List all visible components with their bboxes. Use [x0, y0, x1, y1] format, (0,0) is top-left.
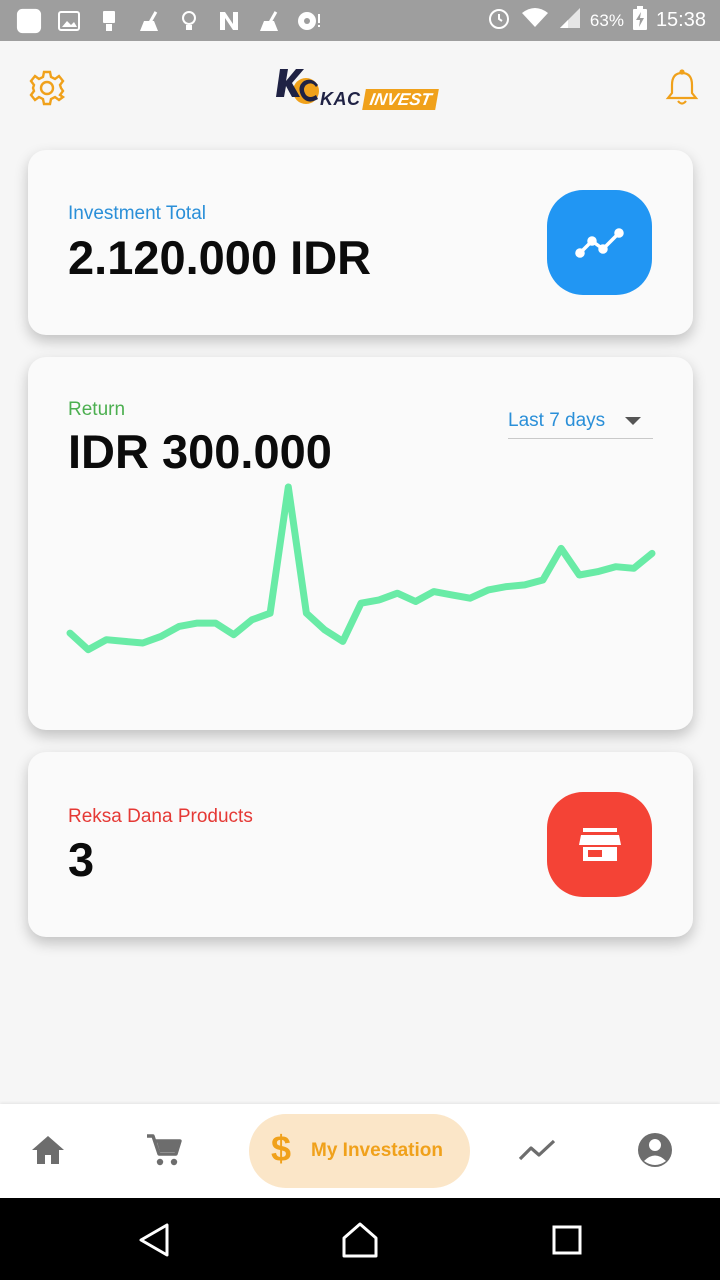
n-icon [216, 9, 242, 33]
wifi-icon [520, 5, 550, 36]
sim-icon [96, 9, 122, 33]
back-icon[interactable] [135, 1220, 175, 1260]
return-card: Return IDR 300.000 Last 7 days [28, 357, 693, 730]
home-system-icon[interactable] [340, 1220, 380, 1260]
battery-charging-icon [632, 5, 648, 36]
investment-total-card[interactable]: Investment Total 2.120.000 IDR [28, 150, 693, 335]
nav-my-investation[interactable]: $ My Investation [249, 1114, 470, 1188]
signal-icon [558, 6, 582, 35]
investment-total-value: 2.120.000 IDR [68, 231, 372, 284]
logo-mark [276, 69, 319, 104]
products-value: 3 [68, 833, 95, 886]
investment-total-label: Investment Total [68, 203, 207, 224]
cleaner-icon [256, 9, 282, 33]
products-label: Reksa Dana Products [68, 806, 253, 827]
return-series-line [66, 483, 656, 654]
cleaner-icon [136, 9, 162, 33]
disc-icon [296, 9, 322, 33]
recents-icon[interactable] [547, 1220, 587, 1260]
bell-icon[interactable] [664, 69, 700, 107]
clock: 15:38 [655, 9, 706, 31]
alarm-icon [486, 5, 512, 36]
app-header: KAC INVEST [0, 41, 720, 137]
account-icon[interactable] [633, 1128, 677, 1172]
status-bar: 63% 15:38 [0, 0, 720, 41]
range-dropdown[interactable]: Last 7 days [508, 403, 653, 439]
status-left-icons [0, 8, 322, 33]
app-logo: KAC INVEST [276, 65, 446, 111]
logo-kac: KAC [320, 89, 361, 109]
chevron-down-icon [625, 416, 641, 425]
logo-invest: INVEST [362, 89, 440, 110]
gear-icon[interactable] [28, 69, 66, 107]
trending-icon[interactable] [515, 1128, 559, 1172]
return-label: Return [68, 399, 126, 420]
gallery-icon [16, 8, 42, 33]
image-icon [56, 9, 82, 33]
cart-icon[interactable] [142, 1128, 186, 1172]
store-icon [547, 792, 652, 897]
dollar-icon: $ [271, 1128, 292, 1169]
products-card[interactable]: Reksa Dana Products 3 [28, 752, 693, 937]
status-right: 63% 15:38 [486, 0, 706, 41]
bulb-icon [176, 9, 202, 33]
trending-line-icon [547, 190, 652, 295]
home-icon[interactable] [26, 1128, 70, 1172]
return-chart [66, 483, 656, 654]
range-selected-label: Last 7 days [508, 409, 606, 431]
bottom-navigation: $ My Investation [0, 1104, 720, 1198]
battery-percent: 63% [589, 10, 624, 30]
nav-my-investation-label: My Investation [311, 1140, 443, 1161]
android-navigation-bar [0, 1198, 720, 1280]
